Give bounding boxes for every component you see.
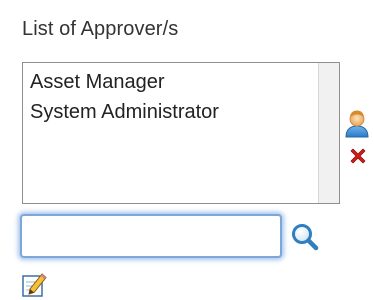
listbox-scrollbar[interactable] <box>318 63 339 203</box>
approver-item[interactable]: System Administrator <box>30 97 313 127</box>
search-icon[interactable] <box>290 222 320 252</box>
approver-panel: List of Approver/s Asset Manager System … <box>0 0 374 300</box>
approvers-list: Asset Manager System Administrator <box>30 67 313 203</box>
remove-icon[interactable] <box>348 146 368 166</box>
edit-icon[interactable] <box>20 270 48 298</box>
approver-search-input[interactable] <box>20 214 282 258</box>
approvers-listbox[interactable]: Asset Manager System Administrator <box>22 62 340 204</box>
user-icon[interactable] <box>344 108 370 138</box>
approver-item[interactable]: Asset Manager <box>30 67 313 97</box>
approvers-label: List of Approver/s <box>22 18 179 40</box>
